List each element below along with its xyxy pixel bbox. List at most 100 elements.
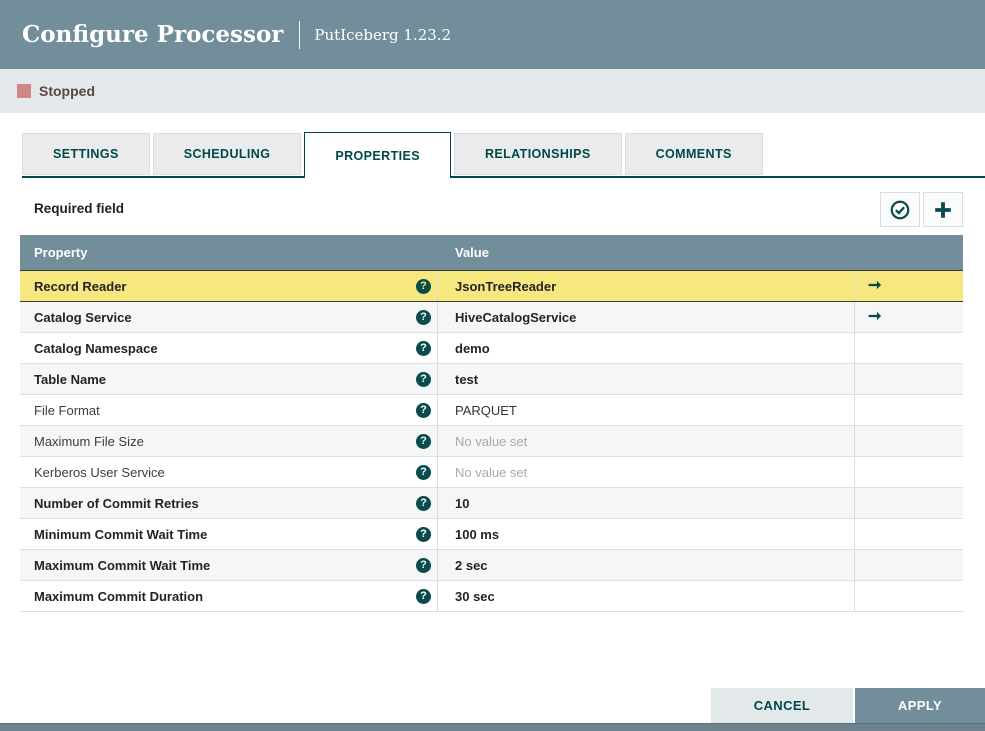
column-header-value: Value [455,245,489,260]
property-name: Record Reader [34,278,127,294]
status-label: Stopped [39,83,95,99]
help-question-icon[interactable]: ? [416,495,431,511]
property-name: Table Name [34,371,107,387]
tab-settings[interactable]: SETTINGS [22,133,150,175]
value-cell[interactable]: demo [438,333,855,363]
tab-comments[interactable]: COMMENTS [624,133,763,175]
property-cell: Catalog Namespace ? [20,333,438,363]
property-cell: Table Name ? [20,364,438,394]
property-name: Number of Commit Retries [34,495,199,511]
value-cell[interactable]: No value set [438,426,855,456]
plus-icon [932,199,954,221]
dialog-title: Configure Processor [22,21,284,48]
goto-service-cell: ➞ [855,395,963,425]
value-cell[interactable]: 2 sec [438,550,855,580]
property-row[interactable]: Maximum Commit Duration ? 30 sec ➞ [20,581,963,612]
goto-service-arrow-icon[interactable]: ➞ [868,309,881,325]
property-value: 10 [455,495,470,511]
value-cell[interactable]: test [438,364,855,394]
property-row[interactable]: Table Name ? test ➞ [20,364,963,395]
property-name: Kerberos User Service [34,464,165,480]
table-header: Property Value [20,235,963,270]
property-value: test [455,371,479,387]
verify-check-circle-icon [889,199,911,221]
dialog-titlebar: Configure Processor PutIceberg 1.23.2 [0,0,985,69]
property-toolbar [877,192,963,227]
property-row[interactable]: Kerberos User Service ? No value set ➞ [20,457,963,488]
apply-button[interactable]: APPLY [855,688,985,723]
value-cell[interactable]: JsonTreeReader [438,271,855,301]
tab-label: RELATIONSHIPS [484,147,591,161]
property-value: 2 sec [455,557,488,573]
property-value: No value set [455,433,528,449]
value-cell[interactable]: 100 ms [438,519,855,549]
value-cell[interactable]: No value set [438,457,855,487]
help-question-icon[interactable]: ? [416,340,431,356]
goto-service-cell: ➞ [855,457,963,487]
property-cell: Number of Commit Retries ? [20,488,438,518]
verify-properties-button[interactable] [880,192,920,227]
property-value: PARQUET [455,402,517,418]
properties-table-body: Record Reader ? JsonTreeReader ➞ Catalog… [20,270,963,612]
tab-scheduling[interactable]: SCHEDULING [152,133,302,175]
goto-service-cell: ➞ [855,550,963,580]
help-question-icon[interactable]: ? [416,371,431,387]
goto-service-cell: ➞ [855,333,963,363]
dialog-footer: CANCEL APPLY [711,688,985,723]
value-cell[interactable]: 30 sec [438,581,855,611]
value-cell[interactable]: PARQUET [438,395,855,425]
column-header-property: Property [34,245,88,260]
help-question-icon[interactable]: ? [416,557,431,573]
tab-label: COMMENTS [655,147,732,161]
property-row[interactable]: Catalog Service ? HiveCatalogService ➞ [20,302,963,333]
required-field-label: Required field [34,201,125,216]
property-cell: Kerberos User Service ? [20,457,438,487]
property-row[interactable]: File Format ? PARQUET ➞ [20,395,963,426]
help-question-icon[interactable]: ? [416,464,431,480]
goto-service-cell: ➞ [855,302,963,332]
property-cell: File Format ? [20,395,438,425]
tab-properties[interactable]: PROPERTIES [304,132,451,178]
help-question-icon[interactable]: ? [416,402,431,418]
properties-table: Property Value Record Reader ? JsonTreeR… [20,235,963,612]
tab-label: SCHEDULING [183,147,271,161]
value-cell[interactable]: HiveCatalogService [438,302,855,332]
help-question-icon[interactable]: ? [416,278,431,294]
property-cell: Catalog Service ? [20,302,438,332]
processor-name-version: PutIceberg 1.23.2 [314,25,452,44]
property-row[interactable]: Record Reader ? JsonTreeReader ➞ [20,270,963,302]
goto-service-arrow-icon[interactable]: ➞ [868,278,881,294]
canvas-edge-strip [0,723,985,731]
property-name: Catalog Service [34,309,132,325]
property-cell: Record Reader ? [20,271,438,301]
help-question-icon[interactable]: ? [416,588,431,604]
goto-service-cell: ➞ [855,364,963,394]
property-name: Minimum Commit Wait Time [34,526,208,542]
property-cell: Maximum Commit Duration ? [20,581,438,611]
tab-relationships[interactable]: RELATIONSHIPS [453,133,622,175]
stopped-status-icon [17,84,31,98]
tab-underline [22,176,985,178]
goto-service-cell: ➞ [855,488,963,518]
property-row[interactable]: Maximum Commit Wait Time ? 2 sec ➞ [20,550,963,581]
tab-label: PROPERTIES [335,148,420,163]
help-question-icon[interactable]: ? [416,526,431,542]
cancel-button[interactable]: CANCEL [711,688,853,723]
property-name: Maximum File Size [34,433,144,449]
help-question-icon[interactable]: ? [416,309,431,325]
property-row[interactable]: Number of Commit Retries ? 10 ➞ [20,488,963,519]
property-value: JsonTreeReader [455,278,557,294]
help-question-icon[interactable]: ? [416,433,431,449]
value-cell[interactable]: 10 [438,488,855,518]
tab-bar: SETTINGS SCHEDULING PROPERTIES RELATIONSHIP… [22,132,766,178]
property-cell: Minimum Commit Wait Time ? [20,519,438,549]
property-value: demo [455,340,490,356]
property-row[interactable]: Maximum File Size ? No value set ➞ [20,426,963,457]
add-property-button[interactable] [923,192,963,227]
property-value: 30 sec [455,588,495,604]
property-row[interactable]: Minimum Commit Wait Time ? 100 ms ➞ [20,519,963,550]
property-value: No value set [455,464,528,480]
property-cell: Maximum File Size ? [20,426,438,456]
property-name: Catalog Namespace [34,340,158,356]
property-row[interactable]: Catalog Namespace ? demo ➞ [20,333,963,364]
